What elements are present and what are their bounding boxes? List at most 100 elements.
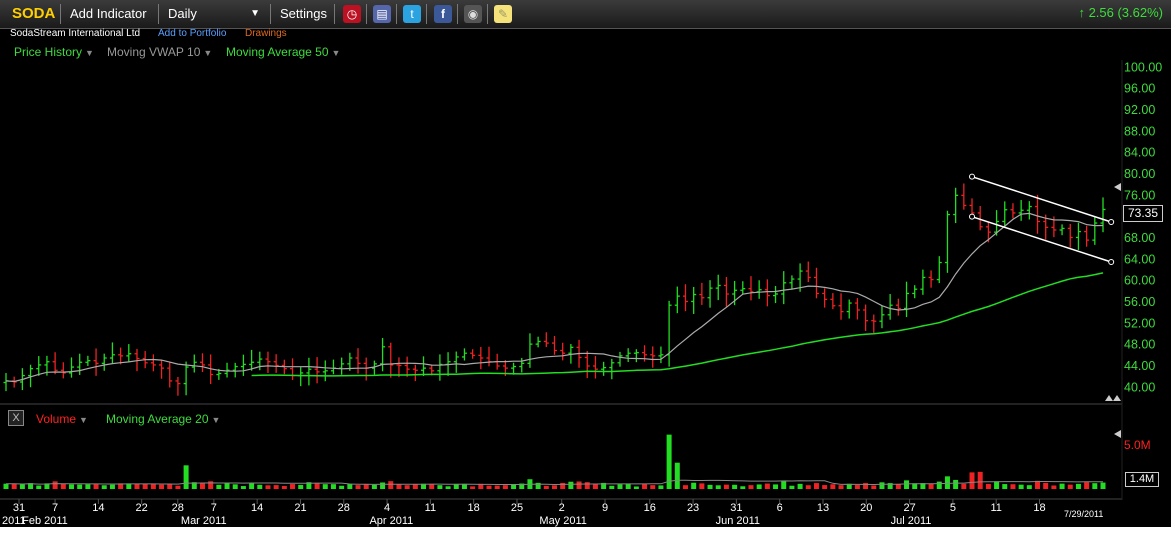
volume-bar bbox=[1051, 485, 1057, 489]
vwap-line bbox=[5, 212, 1104, 383]
volume-bar bbox=[257, 484, 263, 489]
volume-bar bbox=[322, 484, 328, 489]
volume-bar bbox=[249, 482, 255, 489]
volume-bar bbox=[109, 484, 115, 489]
month-label: May 2011 bbox=[539, 515, 587, 527]
volume-bar bbox=[68, 484, 74, 489]
volume-bar bbox=[699, 483, 705, 489]
volume-bar bbox=[822, 485, 828, 489]
volume-bar bbox=[199, 483, 205, 489]
volume-bar bbox=[748, 485, 754, 489]
volume-bar bbox=[355, 485, 361, 489]
volume-bar bbox=[486, 485, 492, 489]
ma20-label: Moving Average 20 bbox=[106, 412, 209, 426]
month-label: Feb 2011 bbox=[22, 515, 68, 527]
y-tick-label: 48.00 bbox=[1124, 338, 1155, 352]
volume-bar bbox=[11, 483, 17, 489]
volume-bar bbox=[707, 484, 713, 489]
x-tick-label: 18 bbox=[468, 502, 480, 514]
volume-bar bbox=[764, 483, 770, 489]
y-tick-label: 80.00 bbox=[1124, 167, 1155, 181]
volume-bar bbox=[167, 483, 173, 489]
volume-bar bbox=[445, 486, 451, 489]
volume-bar bbox=[150, 483, 156, 489]
x-tick-label: 27 bbox=[903, 502, 915, 514]
volume-bar bbox=[19, 484, 25, 489]
last-price-badge: 73.35 bbox=[1123, 205, 1163, 222]
volume-bar bbox=[609, 485, 615, 489]
volume-bar bbox=[461, 484, 467, 489]
chevron-down-icon: ▼ bbox=[211, 415, 221, 425]
y-tick-label: 88.00 bbox=[1124, 124, 1155, 138]
volume-bar bbox=[1010, 484, 1016, 489]
x-tick-label: 4 bbox=[384, 502, 390, 514]
x-tick-label: 28 bbox=[172, 502, 184, 514]
x-tick-label: 21 bbox=[294, 502, 306, 514]
volume-bar bbox=[543, 485, 549, 489]
month-label: Mar 2011 bbox=[181, 515, 227, 527]
volume-bar bbox=[781, 480, 787, 489]
volume-bar bbox=[380, 482, 386, 489]
y-tick-label: 56.00 bbox=[1124, 295, 1155, 309]
volume-bar bbox=[625, 483, 631, 489]
volume-bar bbox=[298, 484, 304, 489]
x-tick-label: 25 bbox=[511, 502, 523, 514]
volume-bar bbox=[437, 485, 443, 489]
volume-bar bbox=[715, 485, 721, 489]
volume-bar bbox=[101, 485, 107, 489]
volume-bar bbox=[854, 485, 860, 489]
volume-label: Volume bbox=[36, 412, 77, 426]
x-tick-label: 31 bbox=[13, 502, 25, 514]
ma20-toggle[interactable]: Moving Average 20 ▼ bbox=[106, 412, 220, 426]
volume-bar bbox=[1100, 482, 1106, 489]
trend-line-handle bbox=[1108, 219, 1115, 225]
volume-bar bbox=[142, 483, 148, 489]
volume-bar bbox=[412, 484, 418, 489]
volume-bar bbox=[805, 485, 811, 489]
volume-bar bbox=[895, 484, 901, 489]
volume-bar bbox=[232, 484, 238, 489]
x-tick-label: 14 bbox=[251, 502, 263, 514]
y-tick-label: 52.00 bbox=[1124, 316, 1155, 330]
volume-bar bbox=[797, 483, 803, 489]
volume-bar bbox=[838, 485, 844, 489]
y-tick-label: 40.00 bbox=[1124, 380, 1155, 394]
status-bar bbox=[0, 527, 1171, 541]
y-tick-label: 96.00 bbox=[1124, 82, 1155, 96]
volume-bar bbox=[830, 484, 836, 489]
volume-bar bbox=[576, 481, 582, 489]
volume-bar bbox=[216, 484, 222, 489]
volume-bar bbox=[953, 479, 959, 489]
y-tick-label: 68.00 bbox=[1124, 231, 1155, 245]
volume-bar bbox=[339, 485, 345, 489]
price-chart[interactable]: 40.00 44.00 48.00 52.00 56.00 60.00 64.00 68.00… bbox=[0, 0, 1171, 527]
volume-bar bbox=[552, 485, 557, 489]
month-label: Jun 2011 bbox=[716, 515, 760, 527]
volume-bar bbox=[732, 484, 738, 489]
volume-bar bbox=[429, 484, 435, 489]
volume-bar bbox=[985, 483, 991, 489]
volume-bar bbox=[290, 484, 296, 489]
volume-bar bbox=[658, 485, 664, 489]
volume-bar bbox=[265, 485, 271, 489]
chart-window: SODA Add Indicator Daily ▼ Settings ◷ ▤ … bbox=[0, 0, 1171, 541]
volume-bar bbox=[224, 482, 230, 489]
volume-bar bbox=[674, 462, 680, 489]
volume-bar bbox=[936, 481, 942, 489]
volume-bar bbox=[240, 486, 246, 489]
x-tick-label: 11 bbox=[990, 502, 1001, 514]
y-tick-label: 60.00 bbox=[1124, 274, 1155, 288]
scroll-arrow-icon bbox=[1114, 183, 1121, 191]
volume-bar bbox=[511, 484, 517, 489]
volume-bar bbox=[175, 485, 181, 489]
volume-bar bbox=[740, 486, 746, 489]
x-tick-label: 14 bbox=[92, 502, 104, 514]
close-panel-button[interactable]: X bbox=[8, 410, 24, 426]
x-tick-label: 6 bbox=[777, 502, 783, 514]
x-tick-label: 20 bbox=[860, 502, 872, 514]
volume-bar bbox=[961, 483, 967, 489]
x-tick-label: 31 bbox=[730, 502, 742, 514]
volume-bar bbox=[773, 484, 779, 489]
month-label: Jul 2011 bbox=[891, 515, 932, 527]
volume-toggle[interactable]: Volume ▼ bbox=[36, 412, 88, 426]
